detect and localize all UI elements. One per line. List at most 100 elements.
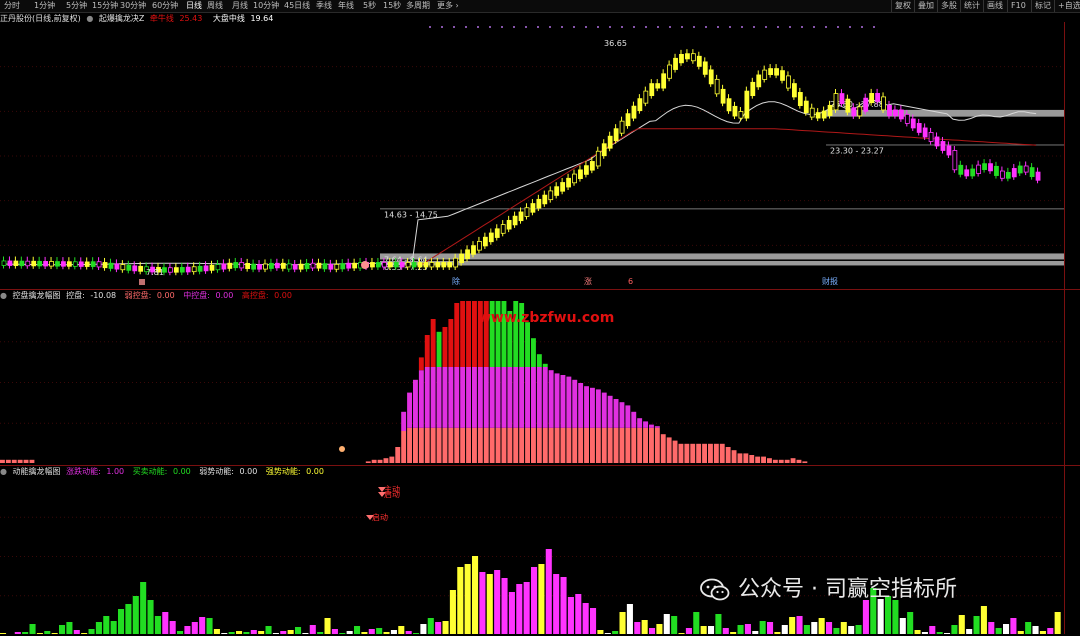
period-tab[interactable]: 15秒: [383, 0, 401, 12]
low-price-label: 7.81: [146, 268, 164, 277]
toolbar-button[interactable]: 画线: [983, 0, 1006, 12]
kp-bar: [625, 405, 631, 428]
dn-bar: [958, 615, 965, 634]
signal-dot: [513, 26, 515, 28]
kline-candle: [298, 263, 304, 270]
kp-bar: [365, 461, 371, 463]
kline-candle: [19, 260, 25, 267]
kp-bar: [424, 427, 430, 463]
dn-bar: [796, 616, 803, 634]
dn-bar: [604, 633, 611, 634]
dn-indicator-name[interactable]: 动能擒龙幅图: [13, 467, 61, 476]
dn-bar: [14, 632, 21, 634]
kp-bar: [613, 427, 619, 463]
kp-bar: [802, 461, 808, 463]
period-tab[interactable]: 30分钟: [120, 0, 146, 12]
kp-bar: [796, 459, 802, 463]
dn-bar: [472, 556, 479, 634]
signal-dot: [837, 26, 839, 28]
dn-histogram-chart[interactable]: 主动启动启动: [0, 478, 1080, 635]
kline-candle: [227, 262, 233, 269]
toolbar-button[interactable]: 统计: [960, 0, 983, 12]
kline-candle: [96, 261, 102, 268]
period-tab[interactable]: 15分钟: [92, 0, 118, 12]
signal-dot: [705, 26, 707, 28]
kline-candle: [263, 263, 268, 270]
period-tab[interactable]: 月线: [232, 0, 248, 12]
dn-bar: [405, 631, 412, 634]
dn-bar: [162, 612, 169, 634]
kline-candle: [203, 265, 209, 272]
signal-dot: [477, 26, 479, 28]
kline-candle: [1000, 170, 1005, 179]
dn-bar: [722, 628, 729, 634]
period-tab[interactable]: 5分钟: [66, 0, 87, 12]
zone-band: [380, 260, 1064, 266]
dn-bar: [494, 570, 501, 634]
kline-candle: [738, 111, 744, 119]
kp-bar: [548, 427, 554, 463]
period-tab[interactable]: 45日线: [284, 0, 310, 12]
dn-bar: [486, 574, 493, 634]
dn-bar: [250, 630, 257, 634]
period-tab[interactable]: 10分钟: [253, 0, 279, 12]
toolbar-button[interactable]: +自选: [1054, 0, 1080, 12]
toolbar-button[interactable]: 复权: [891, 0, 914, 12]
dn-bar: [0, 633, 7, 634]
kp-bar: [595, 427, 601, 463]
period-tab[interactable]: 多周期: [406, 0, 430, 12]
kline-candle: [114, 263, 120, 270]
period-tab[interactable]: 日线: [186, 0, 202, 12]
kline-candle: [952, 150, 958, 171]
kp-bar: [772, 459, 778, 463]
kline-candle: [673, 57, 678, 70]
period-tab[interactable]: 季线: [316, 0, 332, 12]
kp-indicator-name[interactable]: 控盘擒龙幅图: [13, 291, 61, 300]
period-tab[interactable]: 年线: [338, 0, 354, 12]
kline-candle: [233, 262, 239, 269]
kline-candle: [702, 61, 708, 75]
period-tab[interactable]: 周线: [207, 0, 223, 12]
kp-bar: [401, 431, 407, 463]
kline-candle: [875, 93, 880, 102]
kp-bar: [531, 338, 536, 367]
kp-bar: [631, 411, 637, 428]
dn-bar: [66, 622, 73, 634]
settings-dot-icon[interactable]: ●: [0, 291, 7, 300]
dn-bar: [508, 592, 515, 634]
kp-bar: [749, 455, 755, 463]
kline-candle: [851, 107, 857, 117]
dn-bar: [457, 567, 464, 634]
dn-bar: [811, 622, 818, 634]
kline-candle: [690, 53, 696, 62]
dn-bar: [708, 626, 715, 634]
period-tab[interactable]: 5秒: [363, 0, 376, 12]
kline-candle: [756, 74, 762, 88]
dn-bar: [914, 630, 921, 634]
toolbar-button[interactable]: 多股: [937, 0, 960, 12]
kline-candle: [667, 64, 672, 79]
kline-candle: [732, 105, 738, 117]
kline-candle: [257, 264, 262, 270]
kline-candle: [518, 211, 524, 222]
kline-candle: [661, 73, 667, 89]
strong-momentum-value: 0.00: [306, 467, 324, 476]
kp-bar: [784, 459, 790, 463]
toolbar-button[interactable]: F10: [1007, 0, 1029, 12]
kp-bar: [501, 427, 507, 463]
period-tab[interactable]: 60分钟: [152, 0, 178, 12]
settings-dot-icon[interactable]: ●: [0, 467, 7, 476]
period-tab[interactable]: 1分钟: [34, 0, 55, 12]
dn-bar: [649, 628, 656, 634]
toolbar-button[interactable]: 叠加: [914, 0, 937, 12]
period-tab[interactable]: 分时: [4, 0, 20, 12]
kline-candle: [280, 262, 286, 269]
main-kline-chart[interactable]: 26.60 - 27.8823.30 - 23.2714.63 - 14.757…: [0, 22, 1080, 290]
dn-bar: [663, 614, 670, 634]
kp-bar: [466, 427, 471, 463]
period-tab[interactable]: 更多 ›: [437, 0, 459, 12]
kline-candle: [381, 262, 387, 268]
dn-bar: [553, 574, 560, 634]
dn-bar: [715, 614, 722, 634]
toolbar-button[interactable]: 标记: [1031, 0, 1054, 12]
